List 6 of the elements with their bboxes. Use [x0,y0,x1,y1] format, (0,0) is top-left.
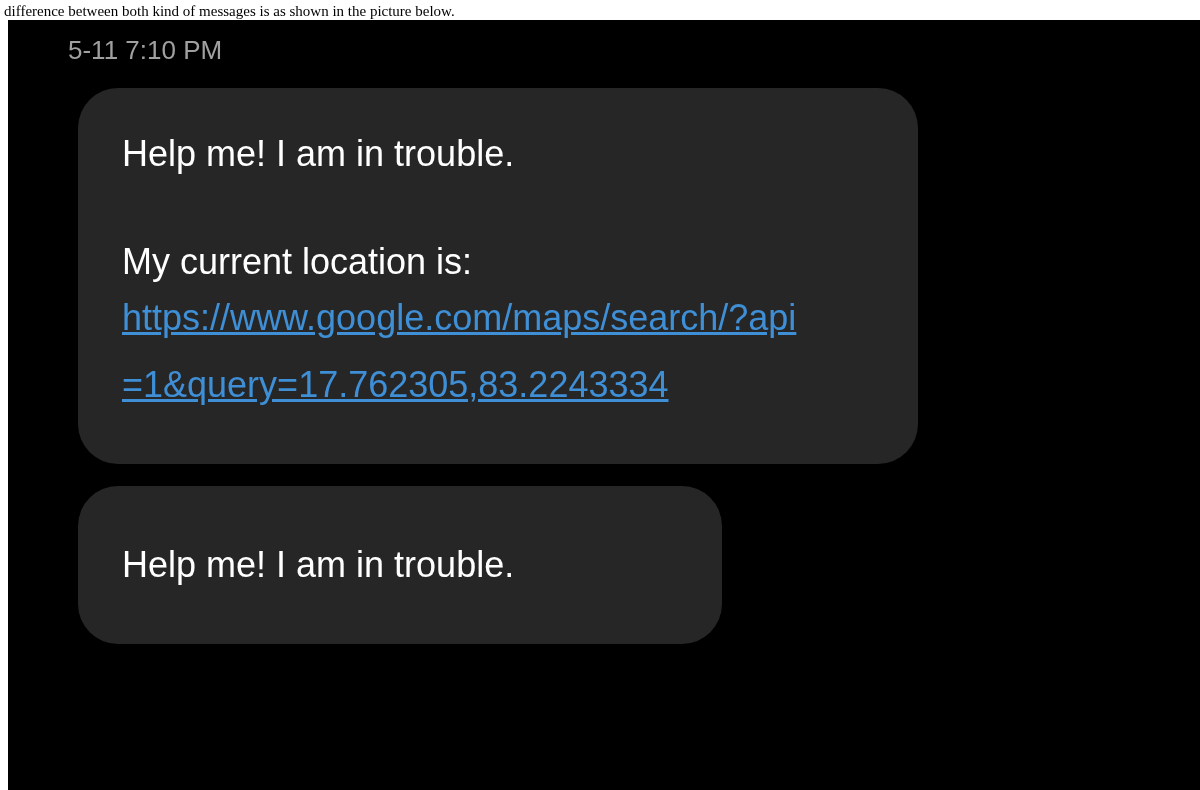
map-link[interactable]: https://www.google.com/maps/search/?api=1&query=17.762305,83.2243334 [122,284,812,418]
caption-text: difference between both kind of messages is as shown in the picture below. [4,2,455,20]
message-text: Help me! I am in trouble. [122,132,516,176]
message-text: Help me! I am in trouble. [122,543,516,587]
location-label: My current location is: [122,240,474,284]
message-timestamp: 5-11 7:10 PM [68,34,224,66]
